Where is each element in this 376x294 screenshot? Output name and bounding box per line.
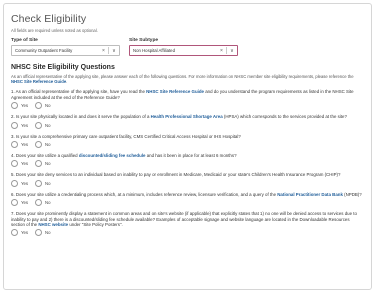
radio-label-no: No [45,200,51,206]
question-link[interactable]: NHSC Site Reference Guide [146,89,204,94]
question-text-start: 4. Does your site utilize a qualified [11,153,79,159]
answer-options: Yes No [11,141,364,149]
radio-no[interactable]: No [35,121,51,129]
question-text: 1. As an official representative of the … [11,89,364,100]
question-link[interactable]: National Practitioner Data Bank [277,192,343,197]
intro-text-end: . [66,79,68,85]
eligibility-question-7: 7. Does your site prominently display a … [11,211,364,237]
radio-label-yes: Yes [21,230,29,236]
radio-label-yes: Yes [21,161,29,167]
site-subtype-label: Site Subtype [129,38,159,43]
question-text-end: and has it been in place for at least 6 … [145,153,237,159]
eligibility-question-4: 4. Does your site utilize a qualified di… [11,153,364,168]
question-text: 2. Is your site physically located in an… [11,114,364,119]
question-text-end: under "Site Policy Posters". [68,222,123,228]
eligibility-card: Check Eligibility All fields are require… [3,3,372,290]
radio-label-no: No [45,103,51,109]
radio-circle-icon[interactable] [11,102,18,110]
eligibility-question-2: 2. Is your site physically located in an… [11,114,364,129]
question-text-start: 2. Is your site physically located in an… [11,114,151,120]
eligibility-question-3: 3. Is your site a comprehensive primary … [11,134,364,149]
radio-no[interactable]: No [35,102,51,110]
radio-label-no: No [45,122,51,128]
question-link[interactable]: Health Professional Shortage Area [151,114,223,119]
radio-yes[interactable]: Yes [11,229,29,237]
radio-label-yes: Yes [21,142,29,148]
site-type-value: Community Outpatient Facility [15,48,73,53]
radio-circle-icon[interactable] [35,102,43,110]
eligibility-question-6: 6. Does your site utilize a credentialin… [11,192,364,207]
radio-circle-icon[interactable] [35,179,43,187]
question-text: 7. Does your site prominently display a … [11,211,364,227]
question-link[interactable]: NHSC website [38,222,68,227]
radio-label-yes: Yes [21,103,29,109]
radio-no[interactable]: No [35,199,51,207]
question-text: 5. Does your site deny services to an in… [11,172,364,177]
radio-yes[interactable]: Yes [11,102,29,110]
radio-circle-icon[interactable] [11,121,18,129]
radio-label-no: No [45,142,51,148]
chevron-down-icon[interactable]: ∨ [109,48,119,54]
section-intro: As an official representative of the app… [11,74,364,84]
question-link[interactable]: discounted/sliding fee schedule [79,153,146,158]
clear-icon[interactable]: × [217,48,226,54]
question-text-start: 6. Does your site utilize a credentialin… [11,191,278,197]
radio-no[interactable]: No [35,141,51,149]
radio-yes[interactable]: Yes [11,199,29,207]
answer-options: Yes No [11,199,364,207]
question-text: 6. Does your site utilize a credentialin… [11,192,364,197]
radio-label-yes: Yes [21,122,29,128]
radio-circle-icon[interactable] [11,160,18,168]
section-title: NHSC Site Eligibility Questions [11,64,115,71]
radio-circle-icon[interactable] [35,121,43,129]
radio-circle-icon[interactable] [11,179,18,187]
radio-label-yes: Yes [21,180,29,186]
radio-label-no: No [45,230,51,236]
eligibility-question-5: 5. Does your site deny services to an in… [11,172,364,187]
radio-circle-icon[interactable] [35,199,43,207]
question-text-end: (NPDB)? [342,191,362,197]
question-text-start: 3. Is your site a comprehensive primary … [11,133,241,139]
radio-circle-icon[interactable] [35,229,43,237]
radio-no[interactable]: No [35,160,51,168]
radio-circle-icon[interactable] [11,229,18,237]
radio-no[interactable]: No [35,229,51,237]
radio-label-no: No [45,180,51,186]
radio-yes[interactable]: Yes [11,121,29,129]
question-text-end: (HPSA) which corresponds to the services… [222,114,347,120]
radio-circle-icon[interactable] [35,160,43,168]
site-subtype-value: Non Hospital Affiliated [133,48,175,53]
radio-circle-icon[interactable] [35,141,43,149]
question-text-start: 5. Does your site deny services to an in… [11,172,341,178]
radio-yes[interactable]: Yes [11,160,29,168]
site-reference-guide-link[interactable]: NHSC Site Reference Guide [11,79,66,84]
question-text: 4. Does your site utilize a qualified di… [11,153,364,158]
question-text: 3. Is your site a comprehensive primary … [11,134,364,139]
site-type-select[interactable]: Community Outpatient Facility × ∨ [11,45,120,56]
radio-label-yes: Yes [21,200,29,206]
question-text-start: 1. As an official representative of the … [11,89,147,95]
site-subtype-field: Site Subtype Non Hospital Affiliated × ∨ [129,38,238,56]
radio-yes[interactable]: Yes [11,179,29,187]
site-type-label: Type of Site [11,38,38,43]
radio-yes[interactable]: Yes [11,141,29,149]
answer-options: Yes No [11,102,364,110]
radio-circle-icon[interactable] [11,199,18,207]
radio-circle-icon[interactable] [11,141,18,149]
chevron-down-icon[interactable]: ∨ [227,48,237,54]
site-type-fields: Type of Site Community Outpatient Facili… [11,38,364,56]
answer-options: Yes No [11,229,364,237]
answer-options: Yes No [11,121,364,129]
required-fields-note: All fields are required unless noted as … [11,28,98,33]
answer-options: Yes No [11,160,364,168]
eligibility-question-1: 1. As an official representative of the … [11,89,364,110]
questions-list: 1. As an official representative of the … [11,89,364,237]
site-subtype-select[interactable]: Non Hospital Affiliated × ∨ [129,45,238,56]
site-type-field: Type of Site Community Outpatient Facili… [11,38,120,56]
radio-label-no: No [45,161,51,167]
clear-icon[interactable]: × [99,48,108,54]
page-title: Check Eligibility [11,13,87,25]
answer-options: Yes No [11,179,364,187]
radio-no[interactable]: No [35,179,51,187]
